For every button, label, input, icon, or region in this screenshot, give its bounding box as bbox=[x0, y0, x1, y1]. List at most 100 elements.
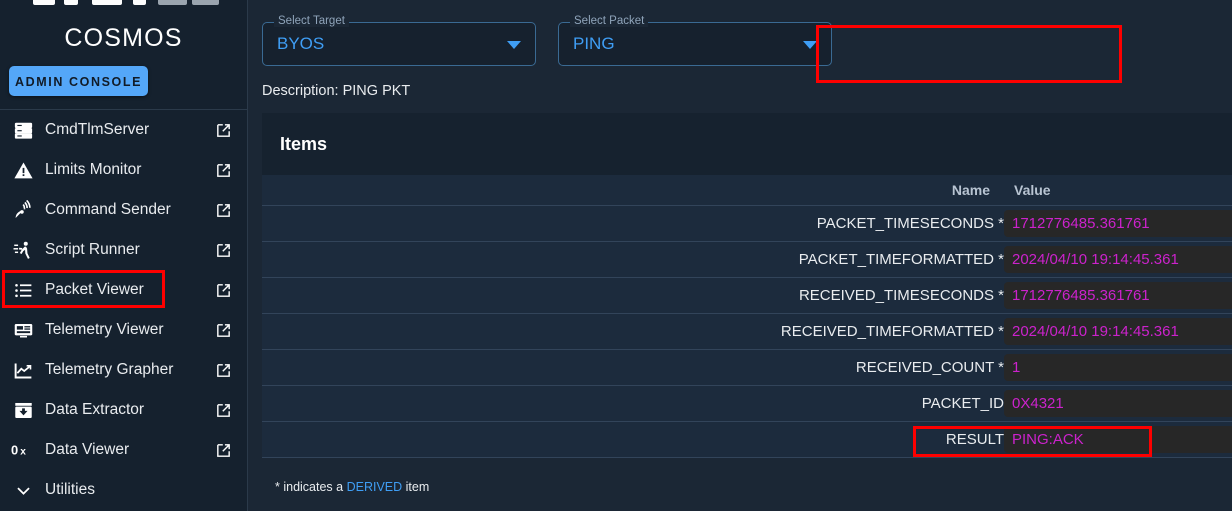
sidebar-item-label: CmdTlmServer bbox=[45, 121, 150, 138]
item-value-cell: PING:ACK bbox=[1004, 421, 1232, 458]
footnote-suffix: item bbox=[402, 480, 430, 494]
item-name-cell: RESULT bbox=[262, 421, 1004, 458]
items-card-header: Items bbox=[262, 113, 1232, 175]
sidebar-item-limits-monitor[interactable]: Limits Monitor bbox=[0, 150, 247, 190]
server-icon bbox=[10, 119, 36, 141]
footnote-prefix: * indicates a bbox=[275, 480, 347, 494]
selector-bar: Select Target BYOS Select Packet PING De… bbox=[262, 4, 1232, 104]
items-table-head: Name Value bbox=[262, 175, 1232, 206]
sidebar-item-command-sender[interactable]: Command Sender bbox=[0, 190, 247, 230]
open-in-new-icon[interactable] bbox=[213, 200, 233, 220]
item-value-cell: 0X4321 bbox=[1004, 385, 1232, 422]
footnote-derived-link[interactable]: DERIVED bbox=[347, 480, 403, 494]
sidebar-item-data-viewer[interactable]: 0 x Data Viewer bbox=[0, 430, 247, 470]
column-header-name: Name bbox=[262, 175, 1004, 206]
sidebar-item-label: Telemetry Grapher bbox=[45, 361, 174, 378]
sidebar-item-telemetry-viewer[interactable]: Telemetry Viewer bbox=[0, 310, 247, 350]
admin-console-button[interactable]: ADMIN CONSOLE bbox=[9, 66, 149, 96]
item-value[interactable]: 2024/04/10 19:14:45.361 bbox=[1004, 318, 1232, 345]
sidebar-nav-list: CmdTlmServer Limits Monitor Command Send… bbox=[0, 110, 247, 510]
sidebar-item-label: Data Extractor bbox=[45, 401, 145, 418]
open-in-new-icon[interactable] bbox=[213, 240, 233, 260]
satellite-dish-icon bbox=[10, 199, 36, 221]
select-packet-label: Select Packet bbox=[570, 15, 649, 27]
sidebar-item-script-runner[interactable]: Script Runner bbox=[0, 230, 247, 270]
item-name-cell: PACKET_ID bbox=[262, 385, 1004, 422]
open-in-new-icon[interactable] bbox=[213, 360, 233, 380]
column-header-value: Value bbox=[1004, 175, 1232, 206]
item-value-cell: 2024/04/10 19:14:45.361 bbox=[1004, 313, 1232, 350]
sidebar-item-telemetry-grapher[interactable]: Telemetry Grapher bbox=[0, 350, 247, 390]
chevron-down-icon[interactable] bbox=[507, 41, 521, 49]
item-name-cell: RECEIVED_COUNT * bbox=[262, 349, 1004, 386]
list-icon bbox=[10, 279, 36, 301]
item-name-cell: RECEIVED_TIMEFORMATTED * bbox=[262, 313, 1004, 350]
sidebar-item-utilities[interactable]: Utilities bbox=[0, 470, 247, 510]
table-row: RECEIVED_TIMEFORMATTED * 2024/04/10 19:14… bbox=[262, 313, 1232, 350]
sidebar-item-label: Utilities bbox=[45, 481, 95, 498]
table-row: PACKET_TIMESECONDS * 1712776485.361761 bbox=[262, 205, 1232, 242]
open-in-new-icon[interactable] bbox=[213, 120, 233, 140]
items-card: Items Name Value PACKET_TIMESECONDS * 171… bbox=[262, 113, 1232, 458]
table-row: PACKET_ID 0X4321 bbox=[262, 385, 1232, 422]
item-value[interactable]: 1 bbox=[1004, 354, 1232, 381]
hex-0x-icon: 0 x bbox=[10, 439, 36, 461]
items-table-body: PACKET_TIMESECONDS * 1712776485.361761 PAC… bbox=[262, 205, 1232, 458]
open-in-new-icon[interactable] bbox=[213, 320, 233, 340]
sidebar-item-cmdtlmserver[interactable]: CmdTlmServer bbox=[0, 110, 247, 150]
item-name-cell: PACKET_TIMEFORMATTED * bbox=[262, 241, 1004, 278]
packet-description: Description: PING PKT bbox=[262, 83, 411, 99]
svg-text:x: x bbox=[20, 447, 26, 458]
sidebar-item-label: Packet Viewer bbox=[45, 281, 144, 298]
chevron-down-icon bbox=[10, 479, 36, 501]
item-value[interactable]: 0X4321 bbox=[1004, 390, 1232, 417]
table-row: RECEIVED_TIMESECONDS * 1712776485.361761 bbox=[262, 277, 1232, 314]
item-value-cell: 1 bbox=[1004, 349, 1232, 386]
app-root: COSMOS ADMIN CONSOLE CmdTlmServer Limits… bbox=[0, 0, 1232, 511]
select-target-dropdown[interactable]: Select Target BYOS bbox=[262, 15, 536, 66]
items-title: Items bbox=[280, 133, 328, 154]
select-packet-dropdown[interactable]: Select Packet PING bbox=[558, 15, 832, 66]
items-table: Name Value PACKET_TIMESECONDS * 171277648… bbox=[262, 175, 1232, 458]
derived-footnote: * indicates a DERIVED item bbox=[275, 480, 429, 494]
open-in-new-icon[interactable] bbox=[213, 440, 233, 460]
sidebar: COSMOS ADMIN CONSOLE CmdTlmServer Limits… bbox=[0, 0, 248, 511]
script-runner-icon bbox=[10, 239, 36, 261]
sidebar-item-label: Command Sender bbox=[45, 201, 171, 218]
logo-chip-1 bbox=[33, 0, 55, 5]
item-name-cell: PACKET_TIMESECONDS * bbox=[262, 205, 1004, 242]
sidebar-item-label: Script Runner bbox=[45, 241, 140, 258]
item-value[interactable]: 1712776485.361761 bbox=[1004, 282, 1232, 309]
item-value[interactable]: 2024/04/10 19:14:45.361 bbox=[1004, 246, 1232, 273]
sidebar-item-label: Data Viewer bbox=[45, 441, 130, 458]
app-logo-partial bbox=[0, 0, 247, 14]
open-in-new-icon[interactable] bbox=[213, 280, 233, 300]
table-row: PACKET_TIMEFORMATTED * 2024/04/10 19:14:4… bbox=[262, 241, 1232, 278]
sidebar-item-packet-viewer[interactable]: Packet Viewer bbox=[0, 270, 247, 310]
brand-title: COSMOS bbox=[64, 24, 183, 52]
logo-chip-4 bbox=[133, 0, 146, 5]
item-value[interactable]: 1712776485.361761 bbox=[1004, 210, 1232, 237]
item-value[interactable]: PING:ACK bbox=[1004, 426, 1232, 453]
select-packet-value: PING bbox=[573, 34, 615, 53]
chevron-down-icon[interactable] bbox=[803, 41, 817, 49]
items-header-row: Name Value bbox=[262, 175, 1232, 206]
select-target-value: BYOS bbox=[277, 34, 325, 53]
svg-text:0: 0 bbox=[11, 443, 18, 458]
item-value-cell: 1712776485.361761 bbox=[1004, 205, 1232, 242]
logo-chip-5 bbox=[158, 0, 187, 5]
download-box-icon bbox=[10, 399, 36, 421]
monitor-icon bbox=[10, 319, 36, 341]
logo-chip-3 bbox=[92, 0, 122, 5]
table-row: RECEIVED_COUNT * 1 bbox=[262, 349, 1232, 386]
sidebar-item-label: Telemetry Viewer bbox=[45, 321, 164, 338]
sidebar-item-data-extractor[interactable]: Data Extractor bbox=[0, 390, 247, 430]
logo-chip-6 bbox=[192, 0, 219, 5]
item-name-cell: RECEIVED_TIMESECONDS * bbox=[262, 277, 1004, 314]
warning-triangle-icon bbox=[10, 159, 36, 181]
select-target-label: Select Target bbox=[274, 15, 349, 27]
chart-line-icon bbox=[10, 359, 36, 381]
open-in-new-icon[interactable] bbox=[213, 160, 233, 180]
open-in-new-icon[interactable] bbox=[213, 400, 233, 420]
table-row: RESULT PING:ACK bbox=[262, 421, 1232, 458]
